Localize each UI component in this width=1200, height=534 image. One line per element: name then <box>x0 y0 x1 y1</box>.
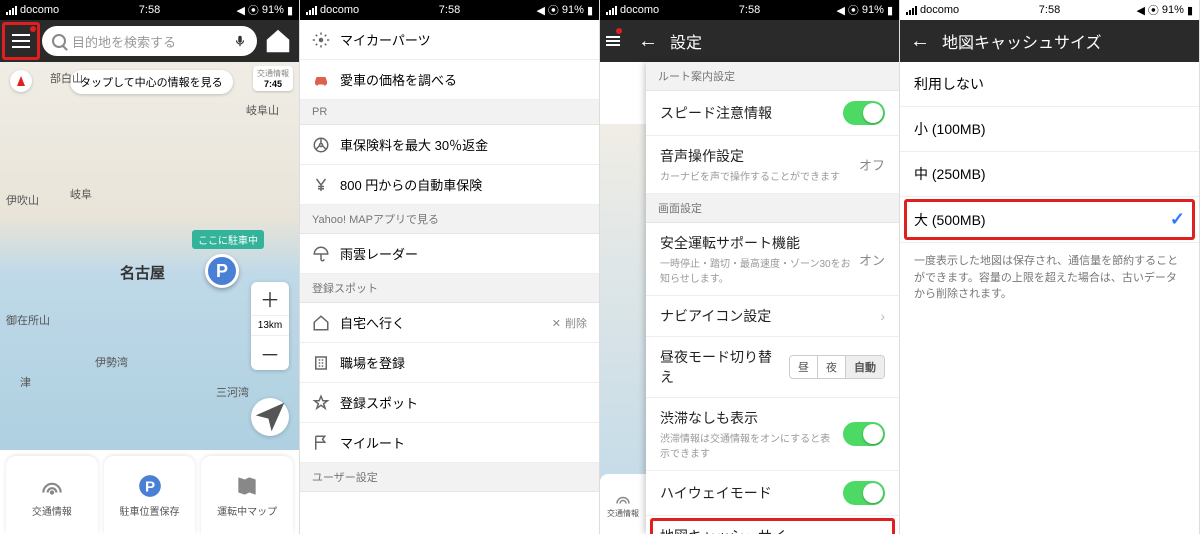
zoom-out-button[interactable]: － <box>251 336 289 370</box>
yen-icon <box>312 176 330 194</box>
flag-icon <box>312 434 330 452</box>
status-bar: docomo 7:58 ◀⦿91%▮ <box>600 0 899 20</box>
screen-settings: docomo 7:58 ◀⦿91%▮ ← 設定 交通情報 ルート案内設定 スピー… <box>600 0 900 534</box>
menu-item-rain[interactable]: 雨雲レーダー <box>300 234 599 274</box>
section-route-guide: ルート案内設定 <box>646 62 899 91</box>
section-user: ユーザー設定 <box>300 463 599 492</box>
home-button[interactable] <box>263 26 293 56</box>
setting-highway[interactable]: ハイウェイモード <box>646 471 899 516</box>
status-bar: docomo 7:58 ◀⦿91%▮ <box>0 0 299 20</box>
tab-peek: 交通情報 <box>600 474 646 534</box>
section-screen: 画面設定 <box>646 194 899 223</box>
building-icon <box>312 354 330 372</box>
setting-daynight[interactable]: 昼夜モード切り替え昼夜自動 <box>646 337 899 398</box>
map-icon <box>234 473 260 499</box>
map-background-peek <box>600 124 646 534</box>
segment-control[interactable]: 昼夜自動 <box>789 355 885 379</box>
parking-marker[interactable]: P <box>205 254 239 288</box>
compass-icon[interactable] <box>10 70 32 92</box>
option-medium[interactable]: 中 (250MB) <box>900 152 1199 197</box>
status-bar: docomo 7:58 ◀⦿91%▮ <box>300 0 599 20</box>
gear-icon <box>312 31 330 49</box>
umbrella-icon <box>312 245 330 263</box>
traffic-icon <box>39 473 65 499</box>
car-icon <box>312 71 330 89</box>
setting-speed-alert[interactable]: スピード注意情報 <box>646 91 899 136</box>
cache-header: ← 地図キャッシュサイズ <box>900 20 1199 62</box>
menu-item-work[interactable]: 職場を登録 <box>300 343 599 383</box>
menu-item-home[interactable]: 自宅へ行く✕削除 <box>300 303 599 343</box>
screen-map: docomo 7:58 ◀⦿91%▮ 目的地を検索する タップして中心の情報を見… <box>0 0 300 534</box>
chevron-right-icon: › <box>880 308 885 324</box>
city-label: 名古屋 <box>120 262 165 283</box>
tutorial-highlight <box>2 22 40 60</box>
cache-options-list: 利用しない 小 (100MB) 中 (250MB) 大 (500MB) ✓ <box>900 62 1199 243</box>
setting-congestion[interactable]: 渋滞なしも表示渋滞情報は交通情報をオンにすると表示できます <box>646 398 899 471</box>
option-none[interactable]: 利用しない <box>900 62 1199 107</box>
screen-menu: docomo 7:58 ◀⦿91%▮ マイカーパーツ 愛車の価格を調べる PR … <box>300 0 600 534</box>
search-icon <box>52 34 66 48</box>
back-button[interactable]: ← <box>638 30 658 53</box>
option-small[interactable]: 小 (100MB) <box>900 107 1199 152</box>
menu-item-insurance800[interactable]: 800 円からの自動車保険 <box>300 165 599 205</box>
cache-help-text: 一度表示した地図は保存され、通信量を節約することができます。容量の上限を超えた場… <box>900 243 1199 313</box>
toggle-on-icon[interactable] <box>843 481 885 505</box>
setting-safety-drive[interactable]: 安全運転サポート機能一時停止・踏切・最高速度・ゾーン30をお知らせします。オン <box>646 223 899 296</box>
drawer-peek[interactable] <box>600 20 626 62</box>
toggle-on-icon[interactable] <box>843 422 885 446</box>
svg-text:P: P <box>144 478 154 495</box>
setting-voice-control[interactable]: 音声操作設定カーナビを声で操作することができますオフ <box>646 136 899 194</box>
zoom-controls: ＋ 13km － <box>251 282 289 370</box>
tab-parking[interactable]: P 駐車位置保存 <box>104 456 196 534</box>
tab-driving[interactable]: 運転中マップ <box>201 456 293 534</box>
search-field[interactable]: 目的地を検索する <box>42 26 257 56</box>
menu-item-myparts[interactable]: マイカーパーツ <box>300 20 599 60</box>
traffic-time-badge[interactable]: 交通情報 7:45 <box>253 66 293 91</box>
search-placeholder: 目的地を検索する <box>72 32 227 51</box>
checkmark-icon: ✓ <box>1170 209 1185 230</box>
back-button[interactable]: ← <box>910 30 930 53</box>
section-pr: PR <box>300 100 599 125</box>
map-canvas[interactable]: タップして中心の情報を見る 交通情報 7:45 岐阜山 部白山 岐阜 伊吹山 御… <box>0 62 299 450</box>
notification-dot-icon <box>616 28 622 34</box>
steering-icon <box>312 136 330 154</box>
section-yahoo: Yahoo! MAPアプリで見る <box>300 205 599 234</box>
menu-item-carvalue[interactable]: 愛車の価格を調べる <box>300 60 599 100</box>
page-title: 設定 <box>670 29 702 53</box>
locate-me-button[interactable] <box>251 398 289 436</box>
hamburger-menu-button[interactable] <box>6 26 36 56</box>
tap-hint-bubble[interactable]: タップして中心の情報を見る <box>70 70 233 94</box>
toggle-on-icon[interactable] <box>843 101 885 125</box>
zoom-scale: 13km <box>251 316 289 336</box>
option-large[interactable]: 大 (500MB) ✓ <box>900 197 1199 243</box>
menu-item-myroute[interactable]: マイルート <box>300 423 599 463</box>
parking-here-bubble[interactable]: ここに駐車中 <box>192 230 264 249</box>
section-registered: 登録スポット <box>300 274 599 303</box>
setting-map-cache[interactable]: 地図キャッシュサイズ 大 (500MB)› <box>646 516 899 534</box>
mic-icon[interactable] <box>233 34 247 48</box>
screen-cache-size: docomo 7:58 ◀⦿91%▮ ← 地図キャッシュサイズ 利用しない 小 … <box>900 0 1200 534</box>
status-bar: docomo 7:58 ◀⦿91%▮ <box>900 0 1199 20</box>
parking-icon: P <box>137 473 163 499</box>
settings-header: ← 設定 <box>600 20 899 62</box>
map-header: 目的地を検索する <box>0 20 299 62</box>
tab-traffic[interactable]: 交通情報 <box>6 456 98 534</box>
delete-label: ✕削除 <box>552 315 587 331</box>
menu-item-insurance30[interactable]: 車保険料を最大 30％返金 <box>300 125 599 165</box>
zoom-in-button[interactable]: ＋ <box>251 282 289 316</box>
home-icon <box>312 314 330 332</box>
menu-item-spots[interactable]: 登録スポット <box>300 383 599 423</box>
page-title: 地図キャッシュサイズ <box>942 29 1102 53</box>
bottom-tabs: 交通情報 P 駐車位置保存 運転中マップ <box>6 456 293 534</box>
star-icon <box>312 394 330 412</box>
setting-nav-icon[interactable]: ナビアイコン設定› <box>646 296 899 337</box>
